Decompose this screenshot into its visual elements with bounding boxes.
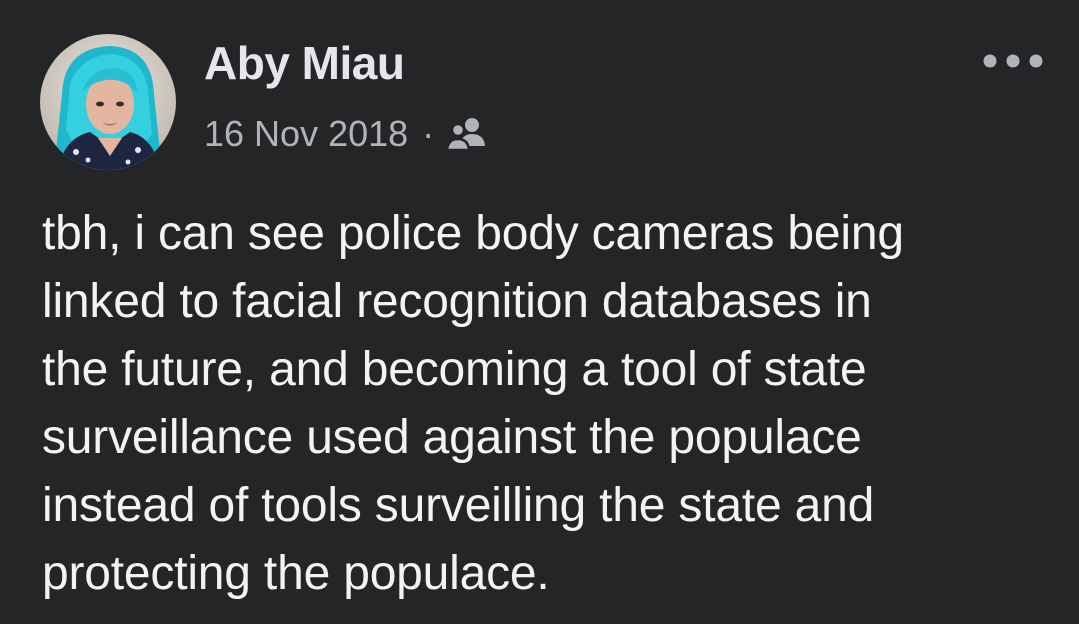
more-options-icon: [983, 54, 1043, 68]
friends-icon[interactable]: [445, 116, 488, 152]
meta-separator: ·: [422, 113, 435, 154]
avatar[interactable]: [40, 34, 176, 170]
more-options-button[interactable]: [978, 44, 1048, 78]
author-name[interactable]: Aby Miau: [204, 36, 405, 90]
post-text: tbh, i can see police body cameras being…: [42, 207, 904, 600]
post-meta: 16 Nov 2018 ·: [204, 112, 488, 156]
post-date[interactable]: 16 Nov 2018: [204, 113, 408, 155]
post-card: Aby Miau 16 Nov 2018 · tbh, i can see po…: [0, 0, 1079, 624]
